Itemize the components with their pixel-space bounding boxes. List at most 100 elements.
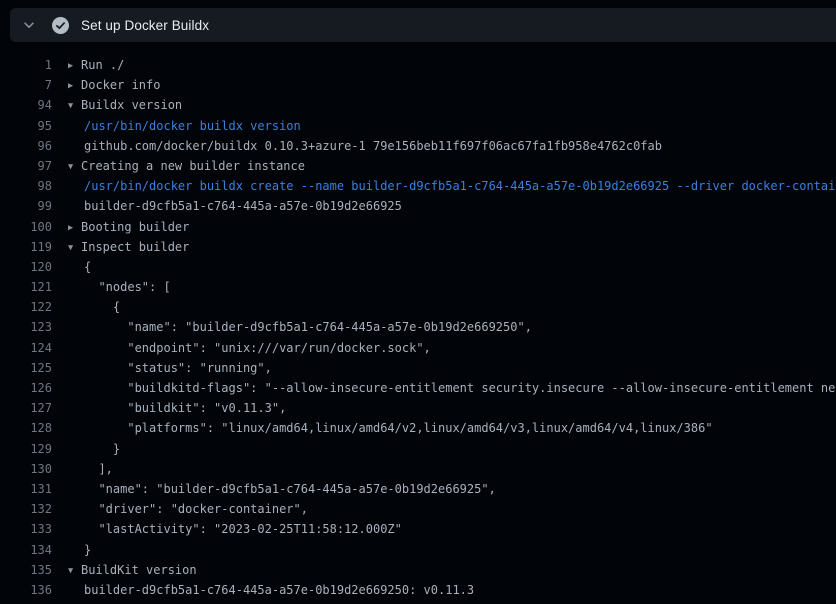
triangle-right-icon: ▶	[68, 56, 81, 76]
log-row: 120 {	[0, 257, 836, 277]
log-output-line: "nodes": [	[84, 277, 171, 297]
line-number[interactable]: 95	[0, 116, 52, 136]
group-title: Creating a new builder instance	[81, 159, 305, 173]
line-number[interactable]: 121	[0, 277, 52, 297]
line-number[interactable]: 135	[0, 560, 52, 580]
line-number[interactable]: 129	[0, 439, 52, 459]
line-number[interactable]: 122	[0, 297, 52, 317]
log-output-line: "lastActivity": "2023-02-25T11:58:12.000…	[84, 519, 402, 539]
log-row: 130 ],	[0, 459, 836, 479]
log-row: 100 ▶Booting builder	[0, 217, 836, 237]
log-row: 133 "lastActivity": "2023-02-25T11:58:12…	[0, 519, 836, 539]
line-number[interactable]: 98	[0, 176, 52, 196]
line-number[interactable]: 125	[0, 358, 52, 378]
log-row: 97 ▼Creating a new builder instance	[0, 156, 836, 176]
log-command-line: /usr/bin/docker buildx create --name bui…	[84, 176, 836, 196]
log-rows: 1▶Run ./7▶Docker info94▼Buildx version95…	[0, 55, 836, 600]
log-output-line: }	[84, 540, 91, 560]
triangle-down-icon: ▼	[68, 157, 81, 177]
triangle-down-icon: ▼	[68, 561, 81, 581]
log-row: 123 "name": "builder-d9cfb5a1-c764-445a-…	[0, 317, 836, 337]
group-title: BuildKit version	[81, 563, 197, 577]
line-number[interactable]: 1	[0, 55, 52, 75]
log-row: 121 "nodes": [	[0, 277, 836, 297]
log-output-line: {	[84, 297, 120, 317]
triangle-down-icon: ▼	[68, 238, 81, 258]
log-output-line: "endpoint": "unix:///var/run/docker.sock…	[84, 338, 431, 358]
line-number[interactable]: 99	[0, 196, 52, 216]
log-output-line: "buildkitd-flags": "--allow-insecure-ent…	[84, 378, 836, 398]
log-output-line: "name": "builder-d9cfb5a1-c764-445a-a57e…	[84, 317, 532, 337]
step-title: Set up Docker Buildx	[81, 18, 209, 33]
log-row: 122 {	[0, 297, 836, 317]
line-number[interactable]: 133	[0, 519, 52, 539]
triangle-right-icon: ▶	[68, 76, 81, 96]
group-title: Inspect builder	[81, 240, 189, 254]
log-row: 126 "buildkitd-flags": "--allow-insecure…	[0, 378, 836, 398]
triangle-down-icon: ▼	[68, 96, 81, 116]
group-title: Buildx version	[81, 98, 182, 112]
line-number[interactable]: 100	[0, 217, 52, 237]
log-row: 135 ▼BuildKit version	[0, 560, 836, 580]
log-row: 127 "buildkit": "v0.11.3",	[0, 398, 836, 418]
log-row: 99 builder-d9cfb5a1-c764-445a-a57e-0b19d2…	[0, 196, 836, 216]
log-row: 96 github.com/docker/buildx 0.10.3+azure-…	[0, 136, 836, 156]
log-row: 94 ▼Buildx version	[0, 95, 836, 115]
group-title: Docker info	[81, 78, 160, 92]
log-row: 129 }	[0, 439, 836, 459]
log-group-toggle[interactable]: ▶Booting builder	[68, 217, 189, 238]
log-output-line: builder-d9cfb5a1-c764-445a-a57e-0b19d2e6…	[84, 580, 474, 600]
line-number[interactable]: 7	[0, 75, 52, 95]
log-output-line: ],	[84, 459, 113, 479]
log-output-line: github.com/docker/buildx 0.10.3+azure-1 …	[84, 136, 662, 156]
log-command-line: /usr/bin/docker buildx version	[84, 116, 301, 136]
log-output-line: builder-d9cfb5a1-c764-445a-a57e-0b19d2e6…	[84, 196, 402, 216]
line-number[interactable]: 126	[0, 378, 52, 398]
log-row: 119 ▼Inspect builder	[0, 237, 836, 257]
line-number[interactable]: 130	[0, 459, 52, 479]
log-row: 132 "driver": "docker-container",	[0, 499, 836, 519]
log-output-line: "buildkit": "v0.11.3",	[84, 398, 286, 418]
line-number[interactable]: 136	[0, 580, 52, 600]
line-number[interactable]: 123	[0, 317, 52, 337]
line-number[interactable]: 94	[0, 95, 52, 115]
line-number[interactable]: 128	[0, 418, 52, 438]
log-group-toggle[interactable]: ▼Inspect builder	[68, 237, 189, 258]
log-output-line: }	[84, 439, 120, 459]
log-row: 95/usr/bin/docker buildx version	[0, 116, 836, 136]
log-row: 136 builder-d9cfb5a1-c764-445a-a57e-0b19d…	[0, 580, 836, 600]
log-group-toggle[interactable]: ▶Run ./	[68, 55, 124, 76]
log-output-line: "platforms": "linux/amd64,linux/amd64/v2…	[84, 418, 713, 438]
log-group-toggle[interactable]: ▼BuildKit version	[68, 560, 197, 581]
line-number[interactable]: 131	[0, 479, 52, 499]
step-header[interactable]: Set up Docker Buildx	[10, 8, 836, 42]
line-number[interactable]: 127	[0, 398, 52, 418]
line-number[interactable]: 119	[0, 237, 52, 257]
line-number[interactable]: 97	[0, 156, 52, 176]
log-row: 124 "endpoint": "unix:///var/run/docker.…	[0, 338, 836, 358]
line-number[interactable]: 120	[0, 257, 52, 277]
log-output-line: "driver": "docker-container",	[84, 499, 308, 519]
log-row: 125 "status": "running",	[0, 358, 836, 378]
log-output-line: "name": "builder-d9cfb5a1-c764-445a-a57e…	[84, 479, 496, 499]
line-number[interactable]: 132	[0, 499, 52, 519]
log-viewer: 1▶Run ./7▶Docker info94▼Buildx version95…	[0, 42, 836, 604]
line-number[interactable]: 96	[0, 136, 52, 156]
log-row: 1 ▶Run ./	[0, 55, 836, 75]
log-row: 98/usr/bin/docker buildx create --name b…	[0, 176, 836, 196]
triangle-right-icon: ▶	[68, 218, 81, 238]
chevron-down-icon[interactable]	[22, 18, 36, 32]
log-group-toggle[interactable]: ▼Buildx version	[68, 95, 182, 116]
check-circle-icon	[52, 17, 69, 34]
log-row: 128 "platforms": "linux/amd64,linux/amd6…	[0, 418, 836, 438]
log-group-toggle[interactable]: ▶Docker info	[68, 75, 160, 96]
log-row: 134}	[0, 540, 836, 560]
log-row: 7 ▶Docker info	[0, 75, 836, 95]
log-group-toggle[interactable]: ▼Creating a new builder instance	[68, 156, 305, 177]
group-title: Run ./	[81, 58, 124, 72]
log-output-line: "status": "running",	[84, 358, 272, 378]
line-number[interactable]: 134	[0, 540, 52, 560]
group-title: Booting builder	[81, 220, 189, 234]
line-number[interactable]: 124	[0, 338, 52, 358]
log-output-line: {	[84, 257, 91, 277]
